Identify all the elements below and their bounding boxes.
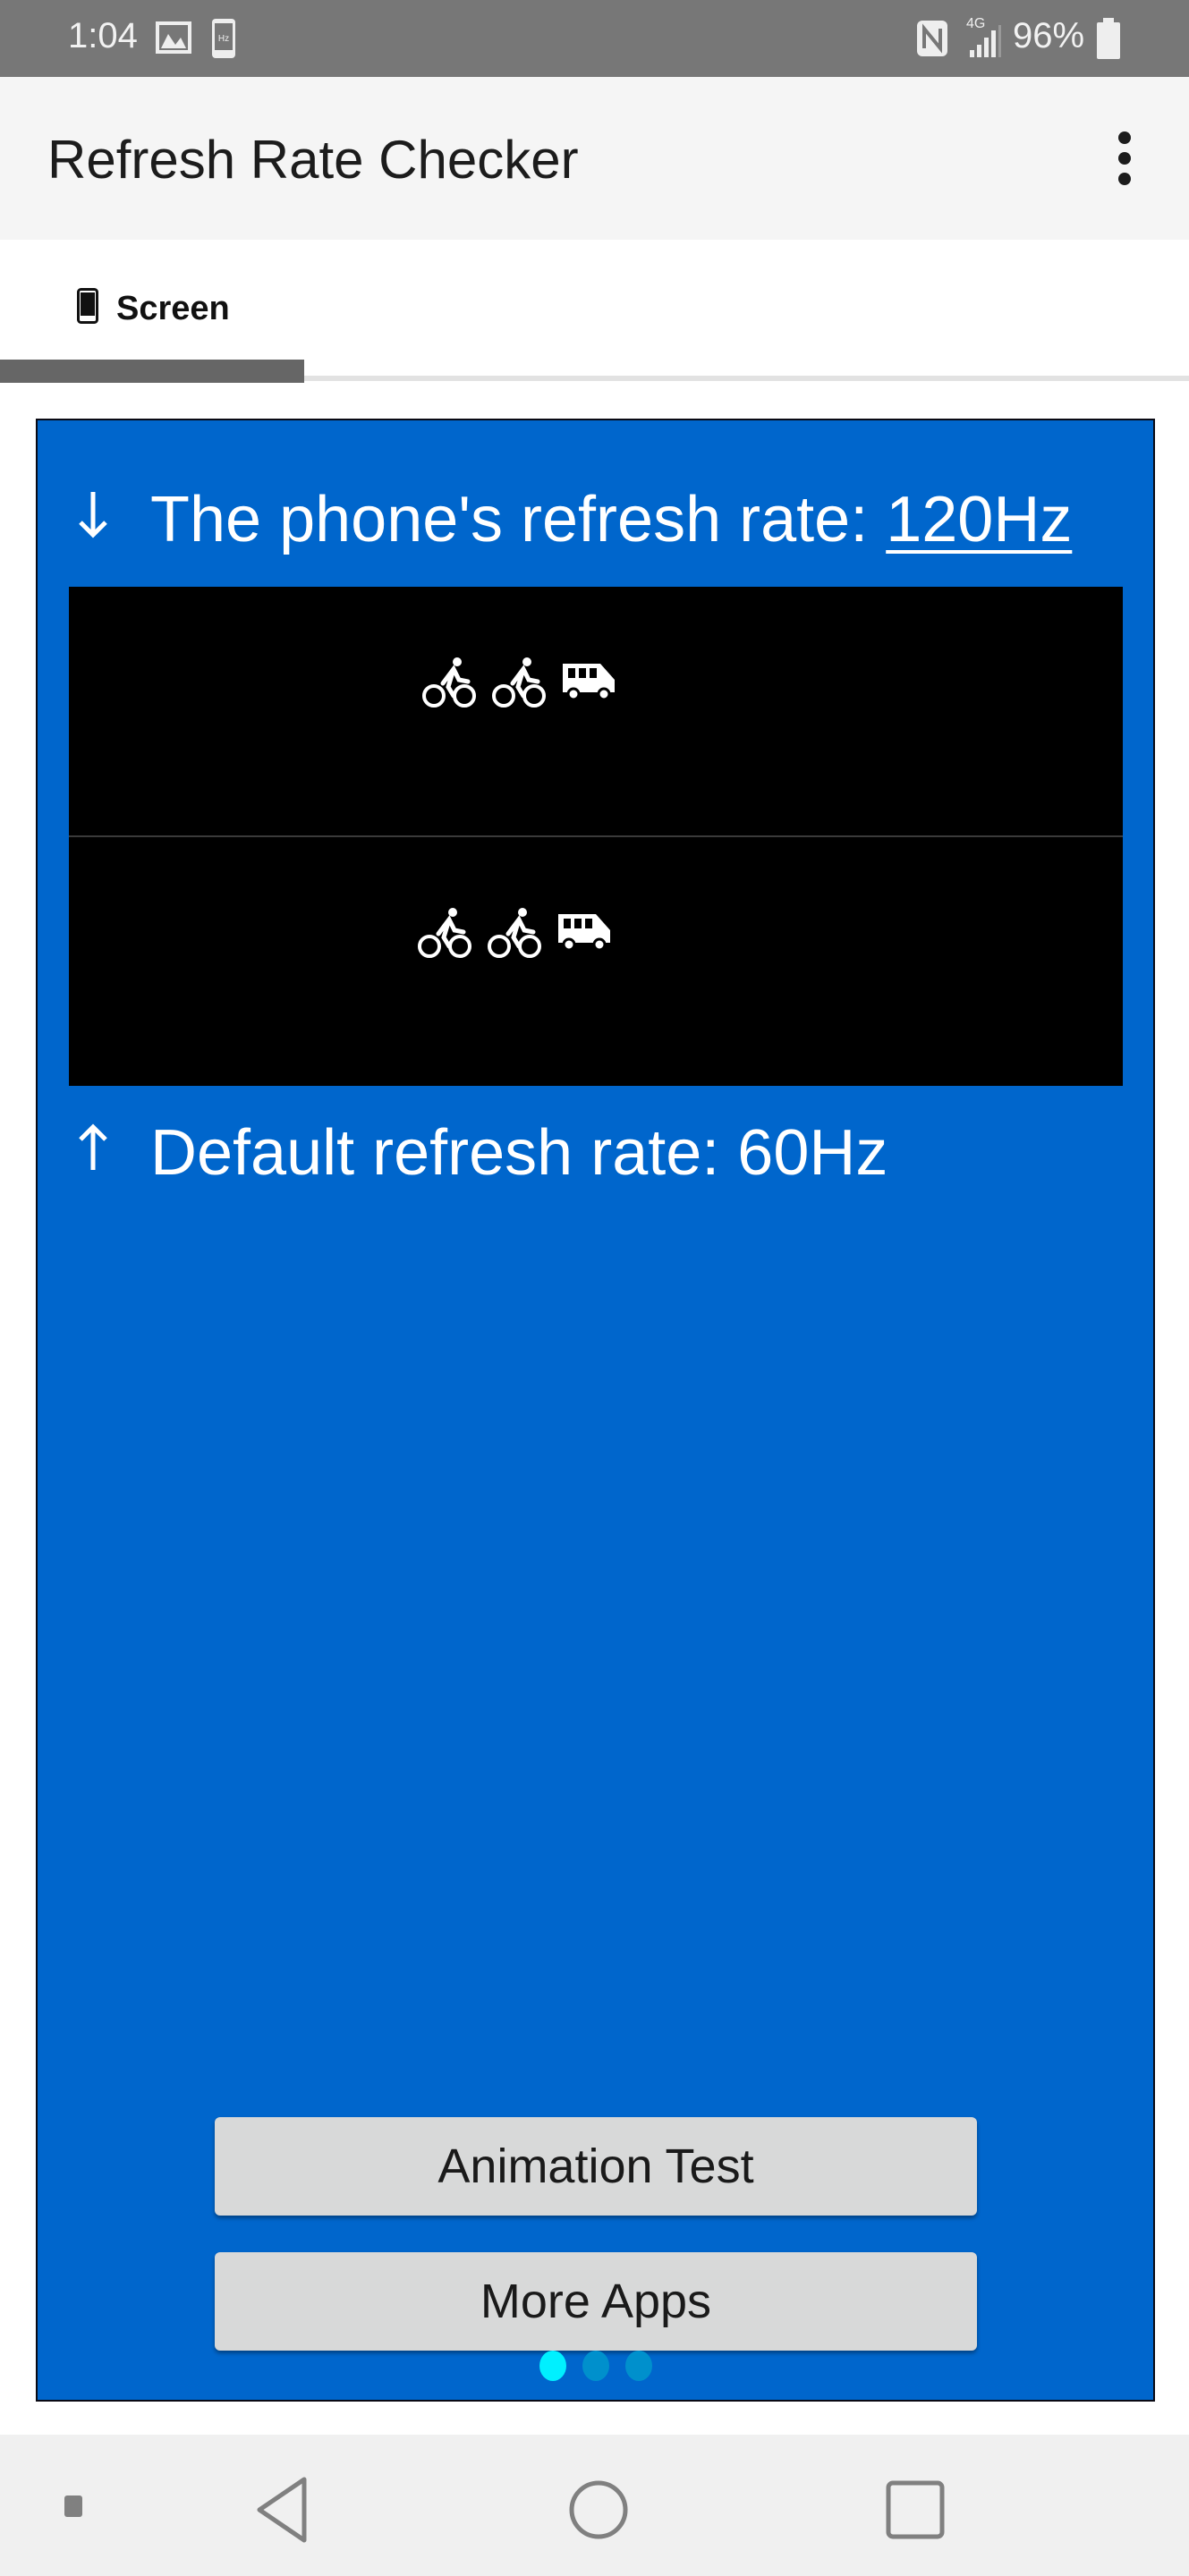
animation-row-1	[421, 657, 618, 708]
phone-rate-text: The phone's refresh rate: 120Hz	[150, 483, 1072, 556]
signal-4g-icon	[970, 25, 1001, 57]
animation-test-button[interactable]: Animation Test	[215, 2117, 977, 2216]
svg-text:Hz: Hz	[218, 34, 229, 44]
refresh-panel: The phone's refresh rate: 120Hz Default …	[36, 419, 1155, 2402]
tab-track	[304, 376, 1189, 381]
animation-divider	[69, 835, 1123, 837]
more-vert-icon[interactable]	[1109, 131, 1140, 186]
van-icon	[563, 664, 615, 701]
battery-icon	[1097, 18, 1120, 59]
default-rate-text: Default refresh rate: 60Hz	[150, 1117, 888, 1189]
phone-rate-value[interactable]: 120Hz	[886, 484, 1072, 555]
battery-percent: 96%	[1013, 16, 1085, 55]
more-apps-button[interactable]: More Apps	[215, 2252, 977, 2351]
phone-icon	[77, 288, 98, 324]
arrow-down-icon	[79, 492, 107, 538]
app-title: Refresh Rate Checker	[47, 130, 579, 190]
bicycle-icon	[418, 908, 471, 958]
tab-label: Screen	[116, 290, 230, 327]
arrow-up-icon	[79, 1123, 107, 1170]
van-icon	[558, 914, 610, 952]
navigation-bar	[0, 2435, 1189, 2576]
status-time: 1:04	[68, 16, 138, 55]
animation-area	[69, 587, 1123, 1086]
phone-rate-label: The phone's refresh rate:	[150, 484, 887, 555]
bicycle-icon	[488, 908, 541, 958]
page-dot[interactable]	[625, 2351, 652, 2381]
status-bar: 1:04 Hz 4G 96%	[0, 0, 1189, 77]
nfc-icon	[917, 21, 947, 56]
bicycle-icon	[422, 657, 476, 708]
tab-indicator	[0, 360, 304, 383]
page-dot-active[interactable]	[539, 2351, 566, 2381]
tab-bar: Screen	[0, 240, 1189, 385]
app-bar: Refresh Rate Checker	[0, 77, 1189, 240]
bicycle-icon	[492, 657, 546, 708]
image-icon	[156, 21, 191, 54]
nav-indicator-icon	[64, 2496, 82, 2517]
tab-screen[interactable]: Screen	[0, 240, 304, 360]
home-icon[interactable]	[567, 2474, 630, 2546]
page-dot[interactable]	[582, 2351, 609, 2381]
animation-row-2	[417, 907, 614, 959]
back-icon[interactable]	[252, 2474, 315, 2546]
hz-phone-icon: Hz	[212, 19, 235, 58]
recents-icon[interactable]	[884, 2474, 947, 2546]
